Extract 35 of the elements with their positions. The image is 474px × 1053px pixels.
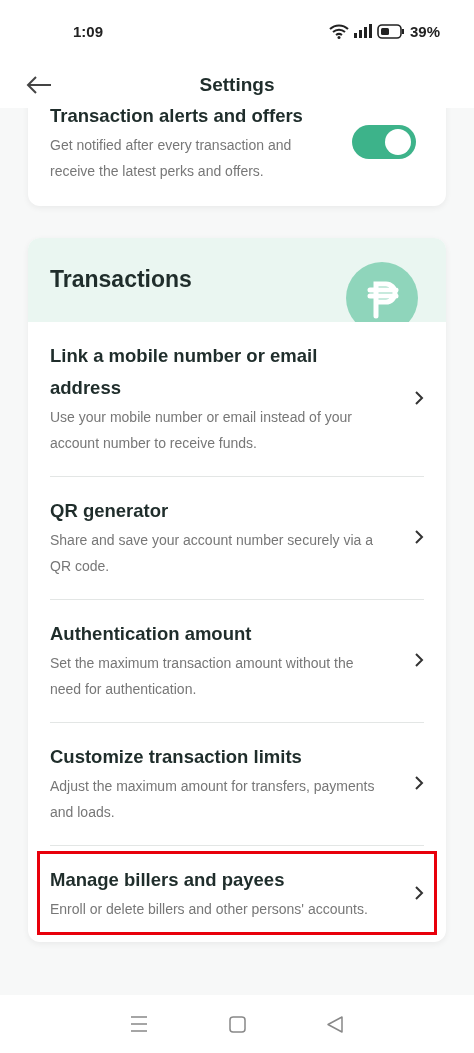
setting-title: Transaction alerts and offers (50, 108, 304, 128)
screen-title: Settings (199, 74, 275, 96)
chevron-right-icon (414, 652, 424, 668)
section-title: Transactions (49, 265, 193, 294)
setting-title: Customize transaction limits (50, 745, 303, 769)
setting-title: QR generator (50, 499, 170, 523)
menu-icon (130, 1016, 149, 1032)
settings-row[interactable]: Customize transaction limits Adjust the maximum amount for transfers, payments and loads. (50, 723, 424, 846)
chevron-right-icon (414, 529, 424, 545)
settings-row[interactable]: Authentication amount Set the maximum transaction amount without the need for authentication. (50, 600, 424, 723)
settings-row[interactable]: Link a mobile number or email address Use your mobile number or email instead of your account number to receive funds. (50, 322, 424, 477)
wifi-icon (328, 23, 349, 39)
setting-description: Adjust the maximum amount for transfers, payments and loads. (50, 777, 376, 822)
setting-description: Enroll or delete billers and other persons' accounts. (50, 900, 369, 919)
setting-title: Link a mobile number or email address (50, 344, 319, 400)
chevron-right-icon (414, 390, 424, 406)
toggle-switch[interactable] (352, 125, 416, 159)
battery-percent: 39% (409, 22, 440, 40)
triangle-left-icon (326, 1015, 344, 1033)
battery-icon (376, 23, 405, 39)
clock-time: 1:09 (73, 22, 104, 40)
chevron-right-icon (414, 885, 424, 901)
setting-description: Get notified after every transaction and receive the latest perks and offers. (50, 136, 293, 181)
settings-row[interactable]: QR generator Share and save your account number securely via a QR code. (50, 477, 424, 600)
setting-description: Set the maximum transaction amount without the need for authentication. (50, 654, 355, 699)
setting-title: Manage billers and payees (50, 868, 286, 892)
back-arrow-icon (26, 75, 52, 95)
chevron-right-icon (414, 775, 424, 791)
setting-description: Use your mobile number or email instead of your account number to receive funds. (50, 408, 353, 453)
signal-icon (353, 24, 372, 38)
setting-description: Share and save your account number securely via a QR code. (50, 531, 374, 576)
setting-title: Authentication amount (50, 622, 253, 646)
settings-row[interactable]: Manage billers and payees Enroll or delete billers and other persons' accounts. (40, 854, 434, 932)
peso-coin-icon (346, 262, 418, 322)
square-icon (229, 1015, 246, 1033)
